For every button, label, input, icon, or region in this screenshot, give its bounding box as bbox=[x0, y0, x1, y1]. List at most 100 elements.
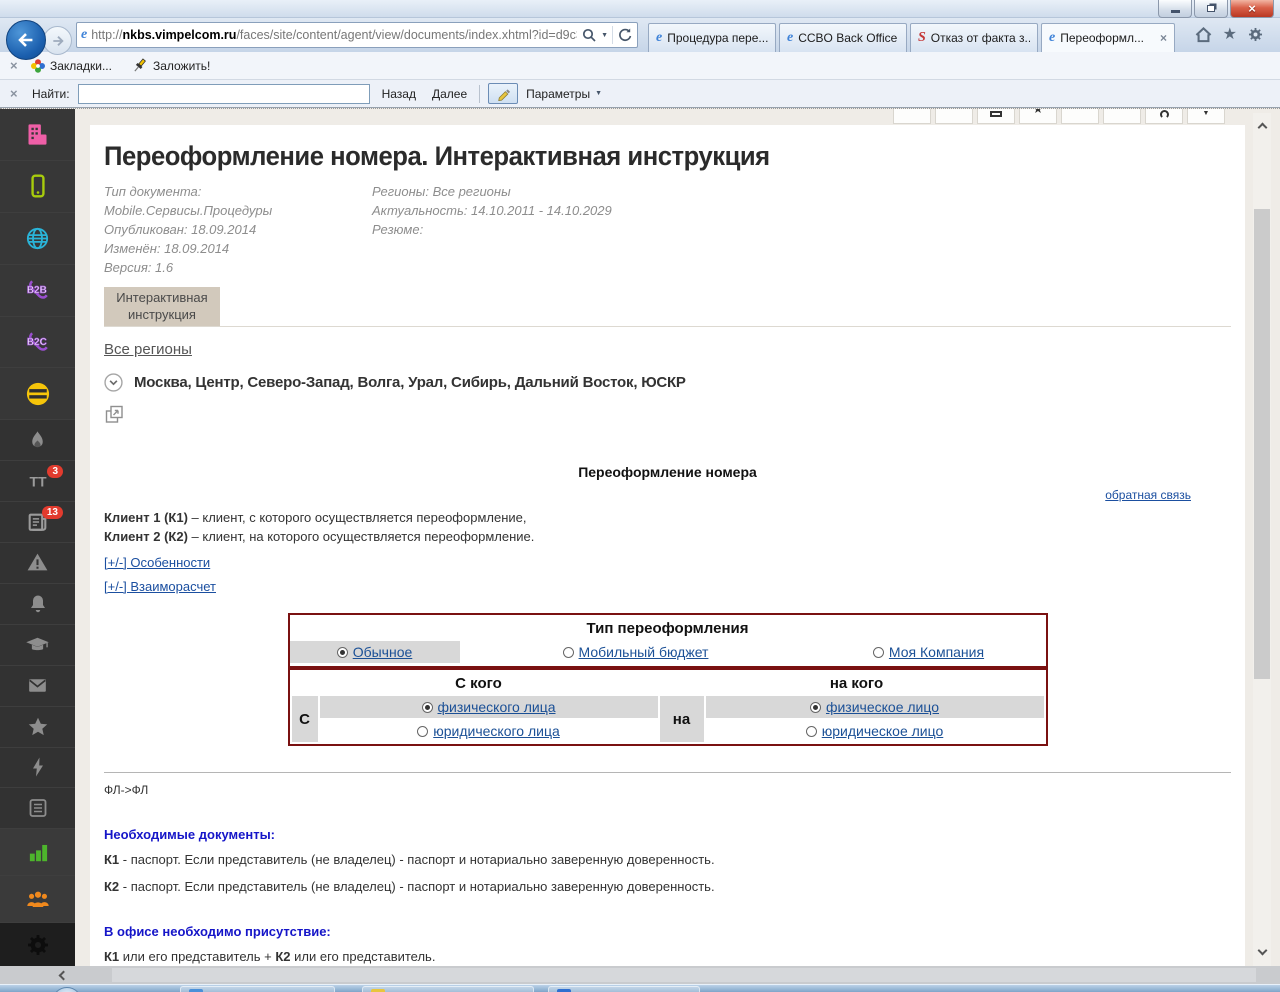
divider bbox=[104, 772, 1231, 773]
sidebar-item-catalog[interactable] bbox=[0, 788, 75, 830]
back-button[interactable] bbox=[6, 20, 46, 60]
radio-icon[interactable] bbox=[805, 725, 817, 737]
sidebar-item-quick-actions[interactable] bbox=[0, 747, 75, 789]
sidebar-item-b2c[interactable]: B2C bbox=[0, 316, 75, 369]
search-icon[interactable] bbox=[581, 27, 597, 43]
scrollbar-thumb[interactable] bbox=[1254, 209, 1270, 679]
sidebar-item-team[interactable] bbox=[0, 876, 75, 924]
page-toolbar-button[interactable] bbox=[1103, 109, 1141, 124]
page-workspace: ★ ▼ Переоформление номера. Интерактивная… bbox=[75, 109, 1253, 967]
regions-expander[interactable]: Москва, Центр, Северо-Запад, Волга, Урал… bbox=[104, 373, 1231, 392]
sidebar-item-b2b[interactable]: B2B bbox=[0, 264, 75, 317]
horizontal-scrollbar[interactable] bbox=[0, 966, 1280, 984]
sidebar-item-company[interactable] bbox=[0, 109, 75, 161]
find-bar-close-icon[interactable]: × bbox=[10, 86, 24, 101]
sidebar-item-internet[interactable] bbox=[0, 212, 75, 265]
tab-procedure[interactable]: e Процедура пере... bbox=[648, 23, 776, 52]
sidebar-item-news[interactable]: 13 bbox=[0, 502, 75, 543]
from-option-legal-entity[interactable]: юридического лица bbox=[320, 720, 658, 742]
tab-pereoforml-active[interactable]: e Переоформл... × bbox=[1041, 23, 1175, 52]
bookmarks-menu-button[interactable]: Закладки... bbox=[30, 58, 112, 74]
favorites-star-icon[interactable]: ★ bbox=[1223, 26, 1237, 43]
sidebar-item-mobile[interactable] bbox=[0, 160, 75, 213]
print-icon[interactable] bbox=[977, 109, 1015, 124]
page-toolbar-button[interactable] bbox=[893, 109, 931, 124]
chevron-down-icon[interactable]: ▼ bbox=[1187, 109, 1225, 124]
taskbar-button[interactable] bbox=[180, 986, 335, 992]
ie-icon: e bbox=[787, 30, 794, 45]
taskbar-button[interactable] bbox=[362, 986, 534, 992]
sidebar-item-favorites[interactable] bbox=[0, 706, 75, 748]
sidebar-item-beeline[interactable] bbox=[0, 368, 75, 421]
settings-gear-icon[interactable] bbox=[1247, 26, 1264, 43]
address-bar[interactable]: e http://nkbs.vimpelcom.ru/faces/site/co… bbox=[76, 22, 638, 48]
feedback-link[interactable]: обратная связь bbox=[1105, 488, 1191, 502]
flame-icon bbox=[32, 431, 43, 448]
vertical-scrollbar[interactable] bbox=[1253, 113, 1271, 966]
sidebar-item-alerts[interactable] bbox=[0, 542, 75, 584]
all-regions-link[interactable]: Все регионы bbox=[104, 341, 192, 358]
radio-selected-icon[interactable] bbox=[421, 701, 433, 713]
to-option-legal-entity[interactable]: юридическое лицо bbox=[706, 720, 1044, 742]
type-options-row: Обычное Мобильный бюджет Моя Компания bbox=[289, 641, 1046, 666]
bookmarks-bar-close-icon[interactable]: × bbox=[10, 58, 24, 73]
radio-selected-icon[interactable] bbox=[809, 701, 821, 713]
find-options-button[interactable]: Параметры ▼ bbox=[526, 87, 602, 101]
tab-ccbo-back-office[interactable]: e CCBO Back Office bbox=[779, 23, 907, 52]
chevron-down-icon bbox=[1257, 945, 1267, 955]
smartphone-icon bbox=[30, 174, 45, 198]
find-input[interactable] bbox=[77, 83, 370, 104]
star-icon[interactable]: ★ bbox=[1019, 109, 1057, 124]
type-option-my-company[interactable]: Моя Компания bbox=[812, 641, 1046, 663]
radio-icon[interactable] bbox=[417, 725, 429, 737]
radio-selected-icon[interactable] bbox=[336, 646, 348, 658]
document-tab-bar: Интерактивная инструкция bbox=[104, 287, 1231, 327]
sidebar-item-training[interactable] bbox=[0, 624, 75, 666]
tab-close-icon[interactable]: × bbox=[1160, 31, 1167, 45]
type-option-mobile-budget[interactable]: Мобильный бюджет bbox=[460, 641, 812, 663]
page-toolbar-button[interactable] bbox=[1061, 109, 1099, 124]
find-back-button[interactable]: Назад bbox=[378, 85, 420, 103]
add-bookmark-button[interactable]: Заложить! bbox=[132, 57, 210, 74]
refresh-icon[interactable] bbox=[617, 27, 633, 43]
open-in-new-window-button[interactable] bbox=[104, 404, 126, 428]
sidebar-item-statistics[interactable] bbox=[0, 829, 75, 877]
window-close-button[interactable]: × bbox=[1230, 0, 1274, 18]
home-icon[interactable] bbox=[1194, 26, 1213, 43]
bookmarks-bar: × Закладки... Заложить! bbox=[0, 52, 1280, 80]
from-option-individual[interactable]: физического лица bbox=[319, 696, 658, 718]
scroll-up-button[interactable] bbox=[1253, 117, 1271, 135]
sidebar-item-tickets[interactable]: TT 3 bbox=[0, 461, 75, 503]
address-dropdown-icon[interactable]: ▼ bbox=[601, 32, 608, 39]
scrollbar-track[interactable] bbox=[112, 968, 1256, 982]
page-toolbar-button[interactable] bbox=[935, 109, 973, 124]
start-orb-button[interactable] bbox=[52, 987, 82, 992]
graduation-cap-icon bbox=[26, 637, 49, 651]
scroll-down-button[interactable] bbox=[1253, 942, 1271, 960]
radio-icon[interactable] bbox=[562, 646, 574, 658]
window-restore-button[interactable] bbox=[1194, 0, 1228, 18]
sidebar-item-notifications[interactable] bbox=[0, 583, 75, 625]
find-next-button[interactable]: Далее bbox=[428, 85, 471, 103]
sidebar-item-settings[interactable] bbox=[0, 923, 75, 967]
refresh-icon[interactable] bbox=[1145, 109, 1183, 124]
bell-icon bbox=[30, 595, 45, 613]
divider bbox=[479, 84, 481, 103]
tab-interactive-instruction[interactable]: Интерактивная инструкция bbox=[104, 287, 220, 326]
sidebar-item-mail[interactable] bbox=[0, 665, 75, 707]
sidebar-item-hot[interactable] bbox=[0, 420, 75, 462]
type-option-regular[interactable]: Обычное bbox=[289, 641, 460, 663]
forward-button[interactable] bbox=[43, 26, 72, 55]
toggle-settlement-link[interactable]: [+/-] Взаиморасчет bbox=[104, 579, 216, 594]
content-heading: Переоформление номера bbox=[578, 464, 757, 480]
radio-icon[interactable] bbox=[872, 646, 884, 658]
s-favicon-icon: S bbox=[918, 30, 926, 45]
highlight-all-button[interactable] bbox=[488, 83, 519, 104]
scroll-left-button[interactable] bbox=[46, 967, 80, 983]
to-option-individual[interactable]: физическое лицо bbox=[705, 696, 1044, 718]
tab-otkaz[interactable]: S Отказ от факта з... bbox=[910, 23, 1038, 52]
svg-text:B2C: B2C bbox=[26, 337, 46, 348]
window-minimize-button[interactable] bbox=[1158, 0, 1192, 18]
taskbar-button[interactable] bbox=[548, 986, 700, 992]
toggle-features-link[interactable]: [+/-] Особенности bbox=[104, 555, 210, 570]
